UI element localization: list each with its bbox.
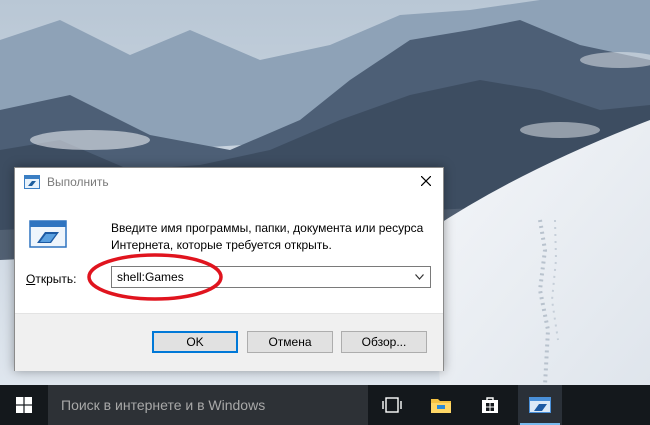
run-dialog-icon (529, 397, 551, 413)
file-explorer-button[interactable] (419, 385, 463, 425)
combo-dropdown-button[interactable] (411, 267, 428, 287)
run-dialog-taskbar-button[interactable] (518, 385, 562, 425)
run-program-icon (29, 220, 67, 248)
open-label: Открыть: (26, 272, 76, 286)
taskbar: Поиск в интернете и в Windows (0, 385, 650, 425)
run-icon (24, 175, 40, 189)
windows-logo-icon (16, 397, 32, 413)
ok-button[interactable]: OK (152, 331, 238, 353)
close-button[interactable] (411, 168, 441, 194)
chevron-down-icon (415, 274, 424, 280)
command-combobox[interactable]: shell:Games (111, 266, 431, 288)
task-view-button[interactable] (370, 385, 414, 425)
taskbar-search-box[interactable]: Поиск в интернете и в Windows (48, 385, 368, 425)
file-explorer-icon (431, 399, 451, 413)
open-label-accelerator: О (26, 272, 36, 286)
dialog-titlebar[interactable]: Выполнить (15, 168, 443, 196)
store-icon (482, 397, 498, 413)
dialog-description: Введите имя программы, папки, документа … (111, 221, 424, 252)
dialog-footer: OK Отмена Обзор... (15, 313, 443, 371)
open-label-text: ткрыть: (35, 272, 77, 286)
cancel-button[interactable]: Отмена (247, 331, 333, 353)
dialog-title: Выполнить (47, 175, 109, 189)
command-input[interactable]: shell:Games (117, 270, 184, 284)
search-placeholder: Поиск в интернете и в Windows (61, 397, 266, 413)
run-dialog: Выполнить Введите имя программы, папки, … (14, 167, 444, 371)
task-view-icon (382, 397, 402, 413)
start-button[interactable] (0, 385, 48, 425)
store-button[interactable] (468, 385, 512, 425)
browse-button[interactable]: Обзор... (341, 331, 427, 353)
close-icon (421, 176, 431, 186)
